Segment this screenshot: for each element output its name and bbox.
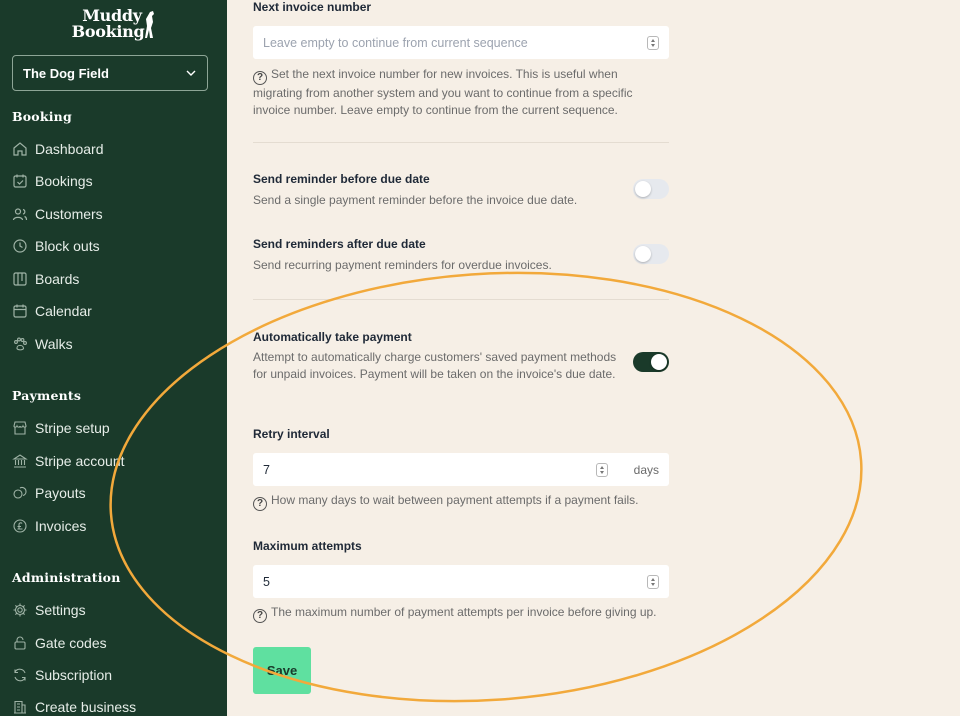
help-circle-icon: ? (253, 71, 267, 85)
retry-interval-input[interactable]: 7 days (253, 453, 669, 486)
board-icon (13, 272, 27, 286)
auto-payment-label: Automatically take payment (253, 330, 412, 344)
retry-interval-help: ? How many days to wait between payment a… (253, 492, 669, 511)
section-title-booking: Booking (12, 109, 72, 124)
sidebar-item-label: Invoices (35, 518, 87, 534)
divider (253, 299, 669, 300)
sidebar-item-block-outs[interactable]: Block outs (12, 234, 212, 258)
next-invoice-help: ? Set the next invoice number for new inv… (253, 66, 669, 119)
help-circle-icon: ? (253, 609, 267, 623)
calendar-icon (13, 304, 27, 318)
sidebar-item-gate-codes[interactable]: Gate codes (12, 631, 212, 655)
sidebar-item-label: Payouts (35, 485, 86, 501)
auto-payment-desc: Attempt to automatically charge customer… (253, 350, 617, 381)
building-icon (14, 700, 26, 714)
sidebar-item-walks[interactable]: Walks (12, 332, 212, 356)
toggle-knob (635, 246, 651, 262)
gear-icon (13, 603, 27, 617)
sidebar-item-label: Create business (35, 699, 137, 715)
toggle-knob (651, 354, 667, 370)
max-attempts-help: ? The maximum number of payment attempts … (253, 604, 669, 623)
sidebar: Muddy Booking The Dog Field Booking Dash… (0, 0, 227, 716)
retry-interval-label: Retry interval (253, 427, 330, 441)
reminder-after-toggle[interactable] (633, 244, 669, 264)
sidebar-item-label: Bookings (35, 173, 93, 189)
refresh-icon (14, 668, 26, 682)
sidebar-item-dashboard[interactable]: Dashboard (12, 137, 212, 161)
business-select[interactable]: The Dog Field (12, 55, 208, 91)
help-circle-icon: ? (253, 497, 267, 511)
calendar-check-icon (13, 174, 27, 188)
sidebar-item-bookings[interactable]: Bookings (12, 169, 212, 193)
reminder-before-toggle[interactable] (633, 179, 669, 199)
sidebar-item-payouts[interactable]: Payouts (12, 481, 212, 505)
dog-logo-icon (145, 11, 154, 38)
reminder-after-desc: Send recurring payment reminders for ove… (253, 258, 552, 272)
brand-logo[interactable]: Muddy Booking (62, 8, 162, 42)
max-attempts-input[interactable]: 5 (253, 565, 669, 598)
max-attempts-help-text: The maximum number of payment attempts p… (271, 605, 657, 619)
pound-icon (13, 519, 27, 533)
sidebar-item-label: Block outs (35, 238, 100, 254)
sidebar-item-label: Stripe account (35, 453, 125, 469)
save-button[interactable]: Save (253, 647, 311, 694)
reminder-before-label: Send reminder before due date (253, 172, 430, 186)
sidebar-item-invoices[interactable]: Invoices (12, 514, 212, 538)
divider (253, 142, 669, 143)
clock-icon (13, 239, 27, 253)
next-invoice-input[interactable]: Leave empty to continue from current seq… (253, 26, 669, 59)
auto-payment-toggle[interactable] (633, 352, 669, 372)
retry-interval-suffix: days (633, 462, 659, 477)
sidebar-item-customers[interactable]: Customers (12, 202, 212, 226)
next-invoice-help-text: Set the next invoice number for new invo… (253, 67, 633, 117)
invoice-settings-form: Next invoice number Leave empty to conti… (227, 0, 960, 716)
reminder-after-label: Send reminders after due date (253, 237, 426, 251)
section-title-payments: Payments (12, 388, 82, 403)
sidebar-item-label: Subscription (35, 667, 113, 683)
number-spinner-icon[interactable] (647, 574, 659, 589)
sidebar-item-label: Boards (35, 271, 80, 287)
sidebar-item-label: Calendar (35, 303, 92, 319)
sidebar-item-label: Customers (35, 206, 103, 222)
paw-icon (14, 337, 27, 351)
business-select-value: The Dog Field (23, 65, 109, 81)
sidebar-item-create-business[interactable]: Create business (12, 695, 212, 716)
next-invoice-placeholder: Leave empty to continue from current seq… (263, 35, 528, 50)
retry-interval-help-text: How many days to wait between payment at… (271, 493, 639, 507)
store-icon (13, 421, 27, 435)
users-icon (12, 208, 28, 221)
sidebar-item-subscription[interactable]: Subscription (12, 663, 212, 687)
sidebar-item-calendar[interactable]: Calendar (12, 299, 212, 323)
coins-icon (13, 486, 27, 499)
sidebar-item-settings[interactable]: Settings (12, 598, 212, 622)
lock-icon (14, 636, 26, 650)
toggle-knob (635, 181, 651, 197)
sidebar-item-label: Stripe setup (35, 420, 110, 436)
number-spinner-icon[interactable] (595, 462, 608, 477)
max-attempts-label: Maximum attempts (253, 539, 362, 553)
sidebar-item-stripe-account[interactable]: Stripe account (12, 449, 212, 473)
sidebar-item-stripe-setup[interactable]: Stripe setup (12, 416, 212, 440)
retry-interval-value: 7 (263, 462, 270, 477)
next-invoice-label: Next invoice number (253, 0, 372, 14)
sidebar-item-label: Settings (35, 602, 86, 618)
sidebar-item-label: Dashboard (35, 141, 104, 157)
sidebar-item-label: Gate codes (35, 635, 107, 651)
home-icon (13, 142, 27, 156)
bank-icon (12, 454, 28, 468)
sidebar-item-boards[interactable]: Boards (12, 267, 212, 291)
number-spinner-icon[interactable] (647, 35, 659, 50)
sidebar-item-label: Walks (35, 336, 73, 352)
section-title-administration: Administration (12, 570, 121, 585)
reminder-before-desc: Send a single payment reminder before th… (253, 193, 578, 207)
max-attempts-value: 5 (263, 574, 270, 589)
chevron-down-icon (186, 70, 196, 76)
